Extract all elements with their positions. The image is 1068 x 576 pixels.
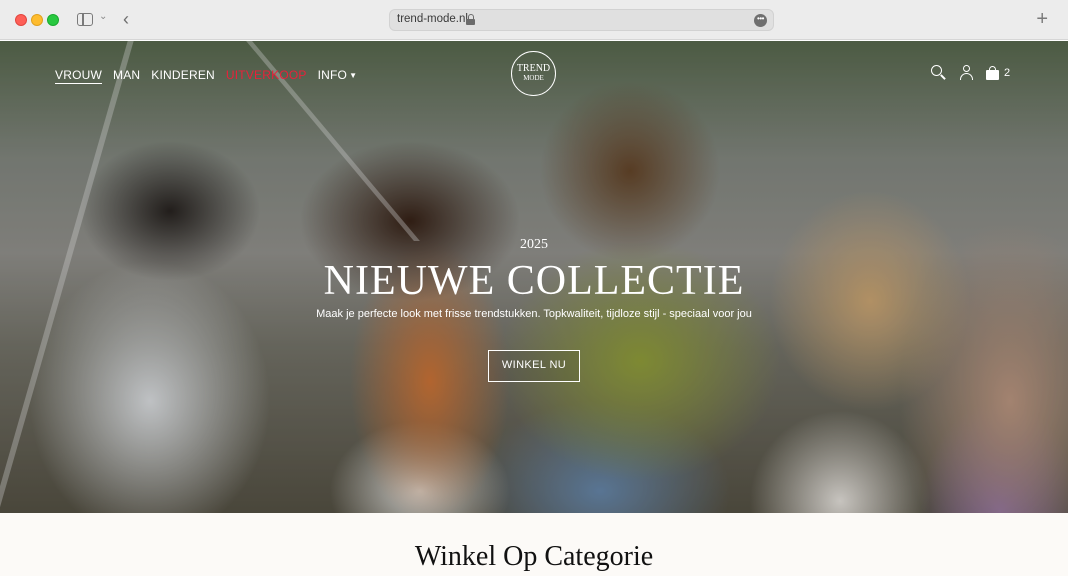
main-nav: VROUW MAN KINDEREN UITVERKOOP INFO ▼ [55, 68, 357, 84]
back-icon[interactable]: ‹ [123, 8, 129, 30]
nav-item-kinderen[interactable]: KINDEREN [151, 68, 215, 84]
hero-year: 2025 [520, 237, 548, 252]
minimize-window-button[interactable] [31, 14, 43, 26]
section-title: Winkel Op Categorie [414, 541, 654, 572]
search-icon[interactable] [931, 65, 947, 81]
account-icon[interactable] [959, 65, 974, 81]
shop-now-button[interactable]: WINKEL NU [488, 350, 580, 382]
logo-line-1: TREND [516, 63, 551, 74]
new-tab-button[interactable]: + [1036, 8, 1048, 30]
nav-item-uitverkoop[interactable]: UITVERKOOP [226, 68, 307, 84]
sidebar-icon[interactable] [77, 13, 93, 26]
browser-toolbar: ⌄ ‹ trend-mode.nl ••• + [0, 0, 1068, 40]
url-text[interactable]: trend-mode.nl [397, 13, 468, 25]
chevron-down-icon[interactable]: ⌄ [99, 11, 107, 22]
hero-banner: VROUW MAN KINDEREN UITVERKOOP INFO ▼ TREN… [0, 41, 1068, 513]
nav-item-info-label: INFO [317, 68, 348, 82]
fullscreen-window-button[interactable] [47, 14, 59, 26]
cart-count[interactable]: 2 [1004, 67, 1010, 79]
hero-title: NIEUWE COLLECTIE [323, 258, 745, 304]
caret-down-icon: ▼ [349, 71, 358, 80]
header-actions: 2 [931, 65, 1010, 81]
nav-item-man[interactable]: MAN [113, 68, 140, 84]
close-window-button[interactable] [15, 14, 27, 26]
nav-item-vrouw[interactable]: VROUW [55, 68, 102, 84]
more-icon[interactable]: ••• [754, 14, 767, 27]
hero-subtitle: Maak je perfecte look met frisse trendst… [316, 308, 752, 320]
nav-item-info[interactable]: INFO ▼ [318, 68, 358, 84]
lock-icon [466, 14, 475, 25]
address-bar[interactable]: trend-mode.nl ••• [389, 9, 774, 31]
bag-icon[interactable] [986, 66, 999, 80]
logo-line-2: MODE [523, 74, 544, 82]
category-section: Winkel Op Categorie [0, 513, 1068, 576]
site-logo[interactable]: TREND MODE [511, 51, 556, 96]
